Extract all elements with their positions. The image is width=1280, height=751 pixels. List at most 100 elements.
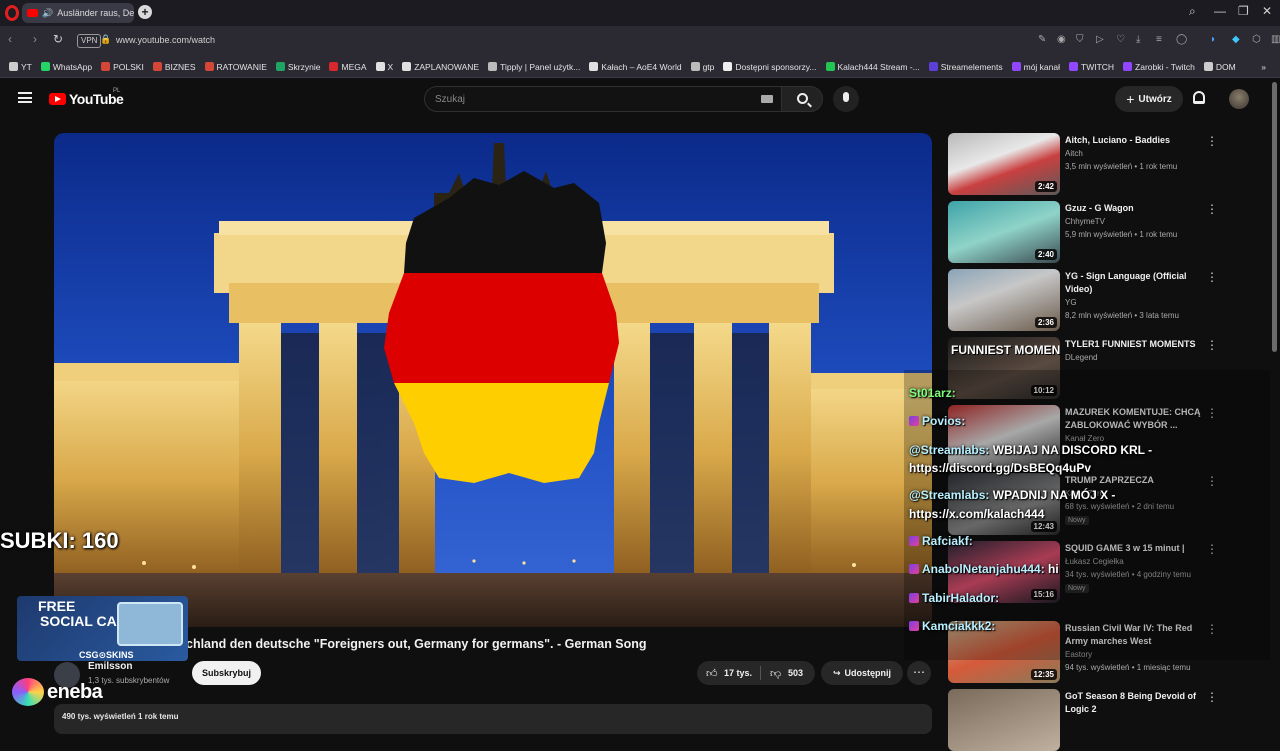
- more-options-icon[interactable]: ⋮: [1206, 338, 1218, 352]
- thumbs-up-icon[interactable]: 👍︎: [706, 667, 718, 680]
- sidebar-icon[interactable]: ▥: [1271, 34, 1280, 45]
- notifications-bell-icon[interactable]: [1193, 91, 1205, 104]
- chat-message: TabirHalador:: [909, 591, 999, 605]
- extension-icon[interactable]: ◗: [1210, 34, 1216, 45]
- thumbnail-caption: FUNNIEST MOMENTS: [951, 343, 1060, 357]
- tab-search-icon[interactable]: ⌕: [1189, 4, 1196, 19]
- dislike-count[interactable]: 503: [788, 668, 803, 678]
- forward-icon[interactable]: ›: [33, 32, 37, 46]
- url-field[interactable]: www.youtube.com/watch: [116, 35, 215, 45]
- bookmark-item[interactable]: RATOWANIE: [204, 62, 267, 72]
- hamburger-menu-icon[interactable]: [18, 92, 32, 103]
- heart-icon[interactable]: ♡: [1116, 34, 1125, 45]
- extension-two-icon[interactable]: ◆: [1232, 34, 1240, 45]
- speaker-icon[interactable]: 🔊: [42, 8, 53, 19]
- search-input[interactable]: Szukaj: [424, 86, 782, 112]
- chat-username: AnabolNetanjahu444:: [922, 562, 1045, 576]
- bookmark-item[interactable]: TWITCH: [1069, 62, 1114, 72]
- germany-flag-map: [384, 171, 619, 483]
- bookmark-item[interactable]: DOM: [1203, 62, 1236, 72]
- chat-message: Rafciakf:: [909, 534, 973, 548]
- restore-icon[interactable]: ❐: [1238, 4, 1249, 18]
- chat-message: Povios:: [909, 414, 965, 428]
- bookmark-item[interactable]: ZAPLANOWANE: [402, 62, 479, 72]
- recommendation-channel[interactable]: DLegend: [1065, 353, 1097, 362]
- extensions-icon[interactable]: ⬡: [1252, 34, 1261, 45]
- search-icon: [797, 93, 808, 104]
- more-options-icon[interactable]: ⋮: [1206, 690, 1218, 704]
- shield-icon[interactable]: ⛉: [1076, 34, 1084, 45]
- recommendation-title[interactable]: GoT Season 8 Being Devoid of Logic 2: [1065, 690, 1205, 716]
- minimize-icon[interactable]: —: [1214, 4, 1226, 18]
- recommendation-title[interactable]: Aitch, Luciano - Baddies: [1065, 134, 1205, 147]
- more-options-icon[interactable]: ⋮: [1206, 270, 1218, 284]
- recommendation-thumbnail[interactable]: 2:42: [948, 133, 1060, 195]
- bookmark-item[interactable]: Zarobki - Twitch: [1123, 62, 1195, 72]
- bookmark-item[interactable]: gtp: [690, 62, 714, 72]
- lock-icon[interactable]: 🔒: [100, 34, 111, 45]
- back-icon[interactable]: ‹: [8, 32, 12, 46]
- subscribe-button[interactable]: Subskrybuj: [192, 661, 261, 685]
- channel-name[interactable]: Emilsson: [88, 661, 132, 672]
- profile-icon[interactable]: ◯: [1176, 34, 1187, 45]
- bookmark-item[interactable]: POLSKI: [101, 62, 144, 72]
- keyboard-icon[interactable]: [761, 95, 773, 103]
- page-scrollbar[interactable]: [1272, 82, 1277, 352]
- reload-icon[interactable]: ↻: [53, 32, 63, 46]
- recommendation-channel[interactable]: YG: [1065, 298, 1077, 307]
- edit-icon[interactable]: ✎: [1038, 34, 1046, 45]
- account-avatar[interactable]: [1229, 89, 1249, 109]
- search-button[interactable]: [781, 86, 823, 112]
- bookmark-favicon-icon: [402, 62, 412, 71]
- bookmark-item[interactable]: Tipply | Panel użytk...: [488, 62, 580, 72]
- close-window-icon[interactable]: ✕: [1262, 4, 1272, 18]
- more-options-icon[interactable]: ⋮: [1206, 134, 1218, 148]
- new-tab-button[interactable]: +: [138, 5, 152, 19]
- thumbs-down-icon[interactable]: 👎︎: [770, 667, 781, 680]
- more-actions-button[interactable]: ⋯: [907, 661, 931, 685]
- recommendation-thumbnail[interactable]: 2:40: [948, 201, 1060, 263]
- create-button[interactable]: + Utwórz: [1115, 86, 1183, 112]
- ad-banner[interactable]: FREE SOCIAL CASES CSG⊙SKINS: [17, 596, 188, 661]
- recommendation-channel[interactable]: ChhymeTV: [1065, 217, 1105, 226]
- bookmark-item[interactable]: Dostępni sponsorzy...: [723, 61, 817, 72]
- recommendation-thumbnail[interactable]: 2:36: [948, 269, 1060, 331]
- chat-username: Rafciakf:: [922, 534, 973, 548]
- skin-case-icon: [117, 602, 183, 646]
- bookmark-item[interactable]: WhatsApp: [40, 62, 92, 72]
- video-player[interactable]: [54, 133, 932, 627]
- more-bookmarks-icon[interactable]: »: [1261, 62, 1266, 72]
- like-count[interactable]: 17 tys.: [724, 668, 752, 678]
- recommendation-title[interactable]: YG - Sign Language (Official Video): [1065, 270, 1205, 296]
- recommendation-title[interactable]: Gzuz - G Wagon: [1065, 202, 1205, 215]
- bookmark-item[interactable]: BIZNES: [152, 62, 196, 72]
- description-box[interactable]: 490 tys. wyświetleń 1 rok temu: [54, 704, 932, 734]
- bookmark-favicon-icon: [9, 62, 18, 71]
- bookmark-item[interactable]: YT: [9, 62, 32, 72]
- recommendation-title[interactable]: TYLER1 FUNNIEST MOMENTS: [1065, 338, 1205, 351]
- bookmark-item[interactable]: Streamelements: [928, 62, 1003, 72]
- more-options-icon[interactable]: ⋮: [1206, 202, 1218, 216]
- voice-search-button[interactable]: [833, 86, 859, 112]
- opera-logo-icon[interactable]: [5, 5, 19, 21]
- bookmark-item[interactable]: Kalach444 Stream -...: [825, 62, 920, 72]
- recommendation-thumbnail[interactable]: [948, 689, 1060, 751]
- bookmark-item[interactable]: MEGA: [329, 62, 367, 72]
- vpn-badge[interactable]: VPN: [77, 34, 102, 48]
- bookmark-label: Dostępni sponsorzy...: [735, 61, 817, 72]
- download-icon[interactable]: ⤓: [1136, 34, 1140, 45]
- camera-icon[interactable]: ◉: [1057, 34, 1066, 45]
- chat-text: https://discord.gg/DsBEQq4uPv: [909, 461, 1092, 475]
- bookmarks-bar: YT WhatsApp POLSKI BIZNES RATOWANIE Skrzynie M…: [0, 56, 1280, 78]
- bookmark-item[interactable]: X: [375, 62, 393, 72]
- bookmark-item[interactable]: Kałach – AoE4 World: [589, 62, 682, 72]
- menu-lines-icon[interactable]: ≡: [1156, 34, 1162, 45]
- share-button[interactable]: ↪ Udostępnij: [821, 661, 903, 685]
- bookmark-item[interactable]: Skrzynie: [275, 62, 320, 72]
- bookmark-favicon-icon: [723, 62, 733, 71]
- bookmark-item[interactable]: mój kanał: [1011, 62, 1060, 72]
- chat-message: AnabolNetanjahu444: hi: [909, 562, 1059, 576]
- browser-tab-active[interactable]: 🔊 Ausländer raus, Deuts: [22, 3, 134, 23]
- play-icon[interactable]: ▷: [1096, 34, 1104, 45]
- recommendation-channel[interactable]: Aitch: [1065, 149, 1083, 158]
